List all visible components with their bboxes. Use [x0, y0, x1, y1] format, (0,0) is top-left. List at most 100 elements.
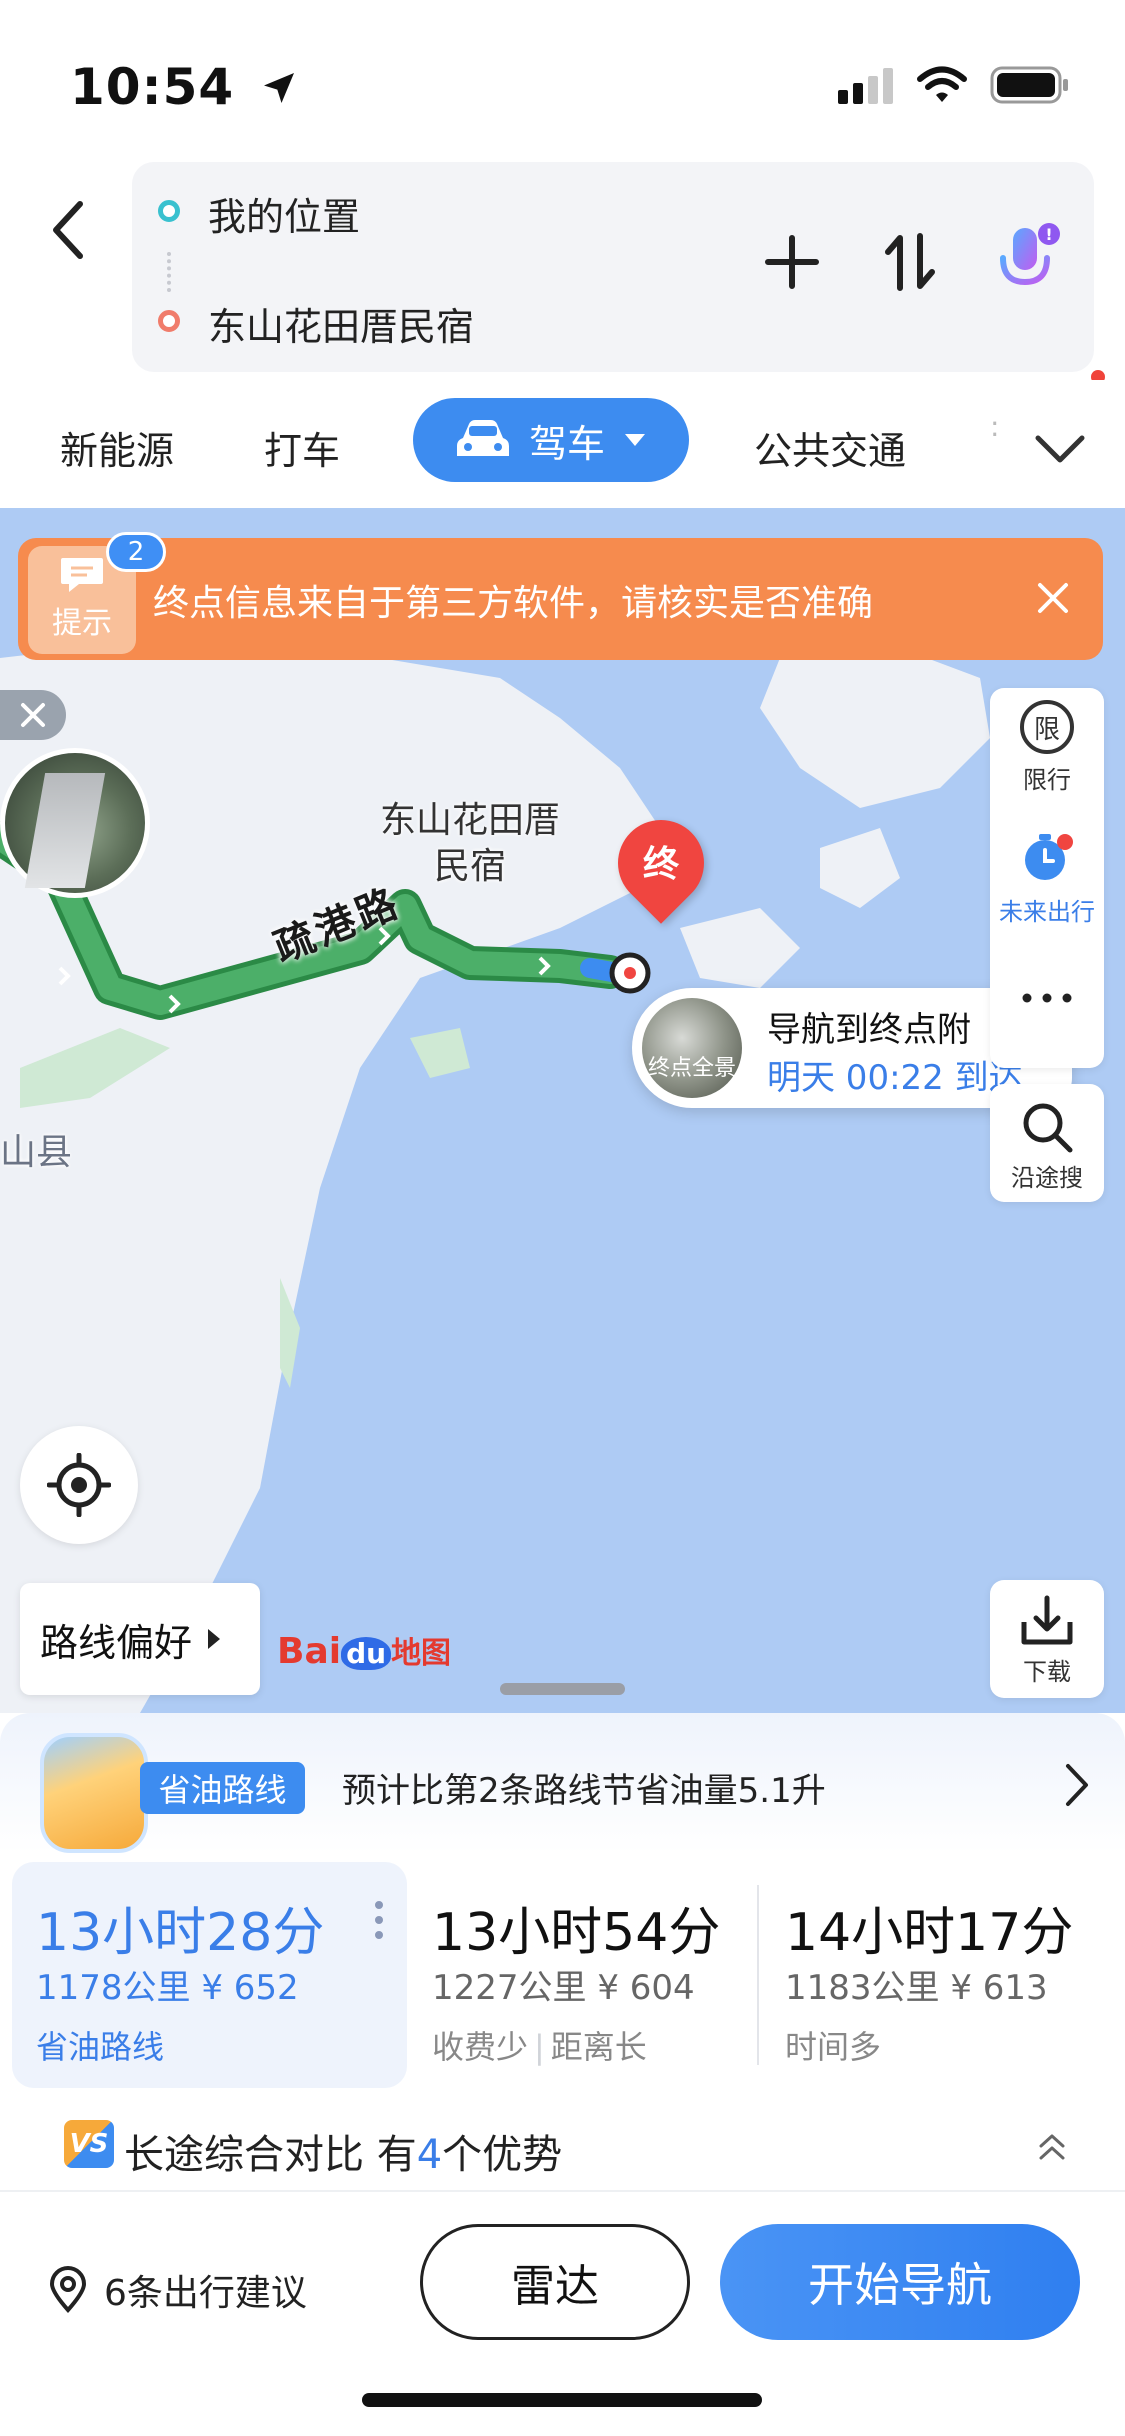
- route-tag: 时间多: [785, 2028, 882, 2066]
- location-pin-icon: [49, 2266, 87, 2314]
- notice-badge-label: 提示: [52, 606, 112, 641]
- chevron-right-icon: [1066, 1764, 1088, 1806]
- route-option-1[interactable]: 13小时28分 1178公里 ¥ 652 省油路线: [12, 1862, 407, 2088]
- wifi-icon: [917, 66, 967, 102]
- add-waypoint-button[interactable]: [752, 222, 832, 302]
- notice-close-button[interactable]: [1025, 570, 1081, 626]
- search-along-route-button[interactable]: 沿途搜: [990, 1084, 1104, 1202]
- tab-new-energy[interactable]: 新能源: [60, 420, 174, 475]
- map-view[interactable]: 提示 2 终点信息来自于第三方软件，请核实是否准确 东山花田厝 民宿 疏港路 山…: [0, 508, 1125, 1713]
- county-label: 山县: [0, 1132, 73, 1173]
- sheet-drag-handle[interactable]: [500, 1683, 625, 1695]
- map-canvas: [0, 508, 1125, 1713]
- back-button[interactable]: [40, 190, 100, 270]
- travel-suggestions-button[interactable]: 6条出行建议: [48, 2264, 307, 2316]
- swap-button[interactable]: [870, 222, 950, 302]
- locate-icon: [47, 1453, 111, 1517]
- route-input-box: 我的位置 东山花田厝民宿 !: [132, 162, 1094, 372]
- bubble-title: 导航到终点附: [767, 1010, 971, 1050]
- restriction-button[interactable]: 限 限行: [990, 700, 1104, 795]
- status-icons: [838, 66, 1070, 104]
- street-view-thumbnail[interactable]: [0, 748, 150, 898]
- route-distance-cost: 1227公里 ¥ 604: [432, 1968, 695, 2008]
- status-bar: 10:54: [0, 0, 1125, 150]
- tab-drive-label: 驾车: [528, 421, 605, 466]
- restriction-label: 限行: [1023, 766, 1071, 794]
- third-party-notice-banner[interactable]: 提示 2 终点信息来自于第三方软件，请核实是否准确: [18, 532, 1103, 660]
- notice-text: 终点信息来自于第三方软件，请核实是否准确: [153, 583, 874, 624]
- destination-row[interactable]: 东山花田厝民宿: [132, 276, 832, 366]
- more-vertical-icon[interactable]: [373, 1900, 385, 1940]
- travel-mode-tabs: 新能源 打车 驾车 公共交通 :: [0, 380, 1125, 508]
- route-distance-cost: 1183公里 ¥ 613: [785, 1968, 1048, 2008]
- location-arrow-icon: [263, 73, 294, 103]
- tab-public-transit[interactable]: 公共交通: [754, 420, 906, 475]
- message-icon: [61, 558, 103, 592]
- route-duration: 14小时17分: [785, 1903, 1074, 1963]
- bubble-arrival: 明天 00:22 到达: [767, 1058, 1023, 1098]
- more-dots-icon: [1022, 993, 1072, 1003]
- caret-right-icon: [208, 1629, 221, 1649]
- microphone-icon: !: [1000, 223, 1060, 299]
- long-distance-compare-row[interactable]: VS 长途综合对比 有4个优势: [0, 2100, 1125, 2190]
- route-header: 我的位置 东山花田厝民宿 !: [0, 150, 1125, 384]
- restriction-icon: 限: [1020, 700, 1074, 754]
- download-label: 下载: [1023, 1658, 1071, 1686]
- route-option-2[interactable]: 13小时54分 1227公里 ¥ 604 收费少 | 距离长: [410, 1862, 750, 2088]
- destination-panorama-thumbnail[interactable]: [642, 998, 742, 1098]
- destination-marker-label: 终: [642, 844, 679, 885]
- caret-down-icon: [625, 434, 645, 446]
- route-duration: 13小时54分: [432, 1903, 721, 1963]
- search-along-route-label: 沿途搜: [1011, 1164, 1083, 1192]
- destination-map-label: 东山花田厝 民宿: [380, 800, 561, 887]
- battery-icon: [990, 66, 1068, 104]
- home-indicator[interactable]: [362, 2393, 762, 2407]
- start-navigation-button[interactable]: 开始导航: [720, 2224, 1080, 2340]
- radar-button[interactable]: 雷达: [420, 2224, 690, 2340]
- origin-dot-icon: [158, 200, 180, 222]
- panorama-label: 终点全景: [648, 1056, 737, 1081]
- future-travel-button[interactable]: 未来出行: [990, 830, 1104, 927]
- close-icon: [21, 703, 45, 727]
- route-tags: 收费少 | 距离长: [432, 2028, 647, 2066]
- offline-download-button[interactable]: 下载: [990, 1580, 1104, 1698]
- origin-row[interactable]: 我的位置: [132, 166, 832, 256]
- route-option-3[interactable]: 14小时17分 1183公里 ¥ 613 时间多: [763, 1862, 1103, 2088]
- destination-dot-icon: [158, 310, 180, 332]
- tab-more-button[interactable]: [1025, 418, 1095, 478]
- more-tools-button[interactable]: [990, 988, 1104, 1008]
- route-divider: [757, 1885, 759, 2065]
- status-time: 10:54: [70, 58, 299, 116]
- car-icon: [456, 420, 509, 456]
- fuel-jar-icon: [40, 1733, 148, 1853]
- compare-text: 长途综合对比 有4个优势: [124, 2132, 563, 2178]
- map-tools-panel: 限 限行 未来出行: [990, 688, 1104, 1068]
- route-duration: 13小时28分: [36, 1903, 325, 1963]
- baidu-map-logo: Bai du 地图: [277, 1631, 452, 1672]
- double-chevron-up-icon[interactable]: [1035, 2130, 1069, 2164]
- notice-count-badge: 2: [106, 532, 166, 572]
- tab-taxi[interactable]: 打车: [264, 420, 340, 475]
- route-preference-button[interactable]: 路线偏好: [20, 1583, 260, 1695]
- voice-button[interactable]: !: [988, 222, 1068, 302]
- fuel-saving-description: 预计比第2条路线节省油量5.1升: [342, 1771, 826, 1811]
- tab-drive[interactable]: 驾车: [413, 398, 689, 482]
- cellular-signal-icon: [838, 68, 893, 104]
- swap-icon: [885, 233, 935, 291]
- back-arrow-icon: [53, 201, 83, 259]
- route-tag: 省油路线: [36, 2028, 165, 2066]
- route-distance-cost: 1178公里 ¥ 652: [36, 1968, 299, 2008]
- plus-icon: [765, 235, 819, 289]
- future-travel-label: 未来出行: [999, 898, 1095, 926]
- destination-text: 东山花田厝民宿: [208, 305, 475, 349]
- svg-text:!: !: [1045, 225, 1052, 244]
- travel-suggestions-label: 6条出行建议: [104, 2273, 307, 2314]
- my-location-button[interactable]: [20, 1426, 138, 1544]
- chevron-down-icon: [1035, 435, 1085, 463]
- thumbnail-road-image: [24, 773, 106, 888]
- thumbnail-close-button[interactable]: [0, 690, 66, 740]
- route-preference-label: 路线偏好: [40, 1620, 193, 1665]
- close-icon: [1038, 583, 1068, 613]
- vs-icon: VS: [64, 2120, 114, 2168]
- origin-text: 我的位置: [208, 195, 361, 239]
